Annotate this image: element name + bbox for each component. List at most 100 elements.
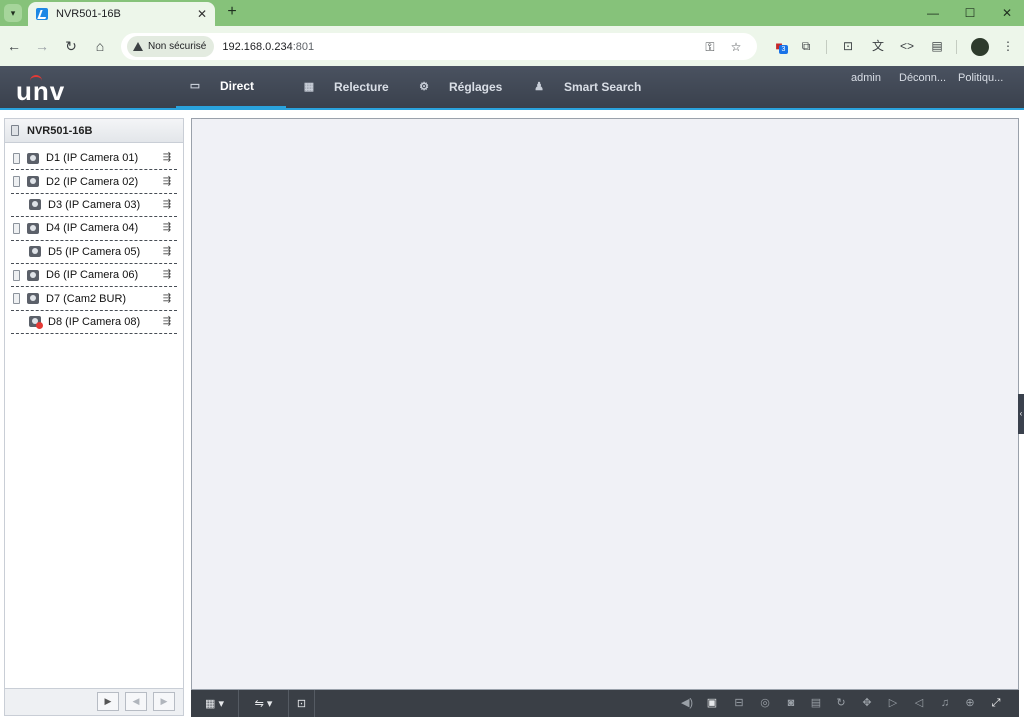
- browser-toolbar: ← → ↻ ⌂ Non sécurisé 192.168.0.234:801 ⚿…: [0, 26, 1024, 66]
- ptz-icon[interactable]: ⇶: [159, 269, 175, 281]
- profile-avatar[interactable]: [971, 38, 989, 56]
- recording-icon: [13, 269, 20, 281]
- recording-icon: [13, 222, 20, 234]
- tab-close-icon[interactable]: ✕: [193, 7, 211, 21]
- camera-row[interactable]: D5 (IP Camera 05) ⇶: [11, 241, 177, 264]
- live-view-area[interactable]: [191, 118, 1019, 690]
- screenshot-icon[interactable]: ⊡: [838, 36, 858, 56]
- url-port: :801: [292, 40, 315, 53]
- camera-row[interactable]: D3 (IP Camera 03) ⇶: [11, 194, 177, 218]
- monitor-icon: ▭: [189, 80, 201, 92]
- clip-icon[interactable]: ▤: [808, 695, 824, 711]
- ptz-icon[interactable]: ⇶: [159, 199, 175, 211]
- app-header: unv ▭ Direct ▦ Relecture ⚙ Réglages ♟ Sm…: [0, 66, 1024, 110]
- devtools-icon[interactable]: <>: [897, 36, 917, 56]
- key-icon[interactable]: ⚿: [701, 38, 719, 56]
- nvr-icon: [11, 125, 19, 136]
- snapshot-circle-icon[interactable]: ◎: [757, 695, 773, 711]
- tab-smart-search-label: Smart Search: [564, 80, 642, 94]
- camera-row[interactable]: D1 (IP Camera 01) ⇶: [11, 147, 177, 171]
- layout-grid-icon[interactable]: ▦ ▾: [191, 690, 239, 717]
- window-close-icon[interactable]: ✕: [992, 3, 1022, 23]
- camera-label: D8 (IP Camera 08): [48, 315, 141, 328]
- tab-reglages-label: Réglages: [449, 80, 503, 94]
- translate-icon[interactable]: 文: [868, 36, 888, 56]
- minimize-icon[interactable]: —: [918, 3, 948, 23]
- volume-slider-icon[interactable]: ▷: [885, 695, 901, 711]
- sidebar-footer: ▶ ◀ ▶: [5, 688, 183, 715]
- ptz-icon[interactable]: ⇶: [159, 316, 175, 328]
- security-chip[interactable]: Non sécurisé: [127, 36, 215, 57]
- camera-row[interactable]: D7 (Cam2 BUR) ⇶: [11, 287, 177, 311]
- ptz-icon[interactable]: ⇶: [159, 152, 175, 164]
- fullscreen-icon[interactable]: ⤢: [988, 695, 1004, 711]
- play-all-icon[interactable]: ▶: [97, 692, 119, 711]
- policy-link[interactable]: Politiqu...: [958, 72, 1003, 84]
- user-link[interactable]: admin: [851, 72, 881, 84]
- tab-relecture-label: Relecture: [334, 80, 389, 94]
- recording-icon: [13, 152, 20, 164]
- logo-arc: [30, 75, 42, 81]
- address-bar[interactable]: Non sécurisé 192.168.0.234:801 ⚿ ☆: [121, 33, 757, 60]
- camera-icon: [27, 176, 39, 188]
- device-name: NVR501-16B: [27, 124, 93, 137]
- next-page-icon[interactable]: ▶: [153, 692, 175, 711]
- film-icon: ▦: [303, 81, 315, 93]
- camera-label: D5 (IP Camera 05): [48, 245, 141, 258]
- tab-direct[interactable]: ▭ Direct: [176, 66, 286, 108]
- bookmark-star-icon[interactable]: ☆: [727, 38, 745, 56]
- reload-icon[interactable]: ↻: [61, 36, 81, 56]
- tab-title: NVR501-16B: [56, 8, 121, 20]
- url-host: 192.168.0.234: [222, 40, 293, 53]
- ptz-icon[interactable]: ⇶: [159, 246, 175, 258]
- recording-icon: [13, 293, 20, 305]
- prev-page-icon[interactable]: ◀: [125, 692, 147, 711]
- camera-snapshot-icon[interactable]: ◙: [783, 695, 799, 711]
- camera-label: D6 (IP Camera 06): [46, 269, 139, 282]
- camera-row[interactable]: D6 (IP Camera 06) ⇶: [11, 264, 177, 288]
- capture-lock-icon[interactable]: ⊡: [289, 690, 315, 717]
- maximize-icon[interactable]: ☐: [955, 3, 985, 23]
- move-icon[interactable]: ✥: [859, 695, 875, 711]
- camera-icon: [27, 293, 39, 305]
- tab-reglages[interactable]: ⚙ Réglages: [405, 66, 514, 108]
- reading-list-icon[interactable]: ▤: [927, 36, 947, 56]
- back-icon[interactable]: ←: [4, 36, 24, 56]
- recording-icon: [13, 176, 20, 188]
- browser-tab-bar: ▾ NVR501-16B ✕ + — ☐ ✕: [0, 0, 1024, 26]
- mute-icon[interactable]: ◁: [911, 695, 927, 711]
- live-control-bar: ▦ ▾ ⇋ ▾ ⊡ ◀) ▣ ⊟ ◎ ◙ ▤ ↻ ✥ ▷ ◁ ♫ ⊕ ⤢: [191, 690, 1019, 717]
- security-label: Non sécurisé: [148, 41, 207, 52]
- ptz-icon[interactable]: ⇶: [159, 176, 175, 188]
- stream-select-icon[interactable]: ⇋ ▾: [239, 690, 289, 717]
- camera-row[interactable]: D2 (IP Camera 02) ⇶: [11, 170, 177, 194]
- browser-tab[interactable]: NVR501-16B ✕: [28, 2, 215, 26]
- camera-icon: [29, 199, 41, 211]
- camera-icon: [27, 222, 39, 234]
- camera-icon: [29, 246, 41, 258]
- ptz-icon[interactable]: ⇶: [159, 293, 175, 305]
- person-search-icon: ♟: [534, 81, 544, 93]
- home-icon[interactable]: ⌂: [90, 36, 110, 56]
- camera-label: D3 (IP Camera 03): [48, 198, 141, 211]
- new-tab-icon[interactable]: +: [223, 3, 241, 21]
- extension-shield-icon[interactable]: ■3: [769, 36, 789, 56]
- logout-link[interactable]: Déconn...: [899, 72, 946, 84]
- forward-icon[interactable]: →: [32, 36, 52, 56]
- zoom-icon[interactable]: ⊕: [962, 695, 978, 711]
- tab-list-chevron-icon[interactable]: ▾: [4, 4, 22, 22]
- camera-row[interactable]: D4 (IP Camera 04) ⇶: [11, 217, 177, 241]
- device-tree-header[interactable]: NVR501-16B: [5, 119, 183, 143]
- multi-camera-icon[interactable]: ▣: [704, 695, 720, 711]
- menu-kebab-icon[interactable]: ⋮: [998, 36, 1018, 56]
- tab-relecture[interactable]: ▦ Relecture: [290, 66, 401, 108]
- microphone-icon[interactable]: ♫: [937, 695, 953, 711]
- panel-collapse-icon[interactable]: ‹: [1018, 394, 1024, 434]
- speaker-icon[interactable]: ◀): [679, 695, 695, 711]
- tab-smart-search[interactable]: ♟ Smart Search: [520, 66, 653, 108]
- ptz-control-icon[interactable]: ↻: [833, 695, 849, 711]
- extensions-puzzle-icon[interactable]: ⧉: [796, 36, 816, 56]
- camera-row[interactable]: D8 (IP Camera 08) ⇶: [11, 311, 177, 335]
- record-icon[interactable]: ⊟: [731, 695, 747, 711]
- ptz-icon[interactable]: ⇶: [159, 222, 175, 234]
